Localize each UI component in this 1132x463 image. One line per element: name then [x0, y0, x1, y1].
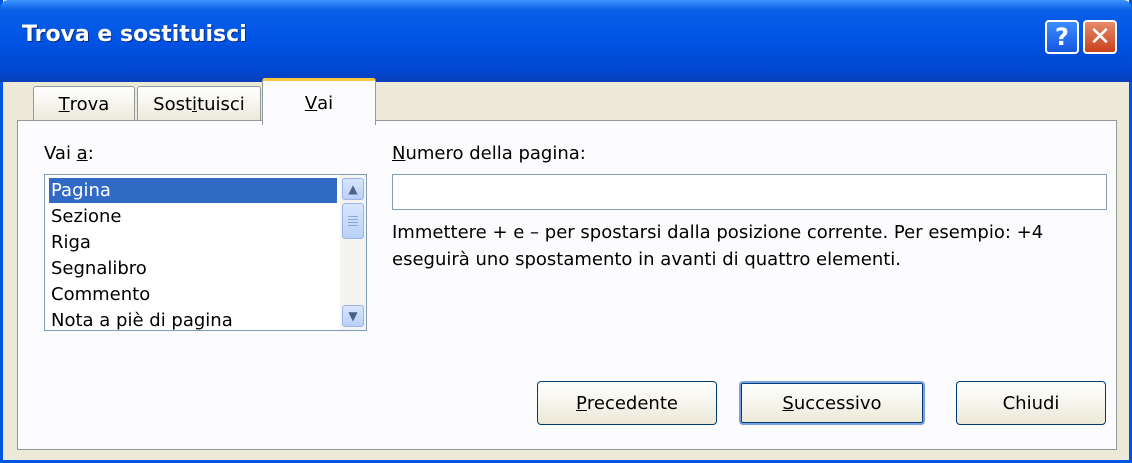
- list-item[interactable]: Pagina: [49, 178, 337, 203]
- tab-vai-label: ai: [317, 92, 334, 114]
- grip-icon: [348, 216, 358, 226]
- find-replace-dialog: Trova e sostituisci ? ✕ Trova Sost i tuisc…: [0, 0, 1132, 463]
- tab-sostituisci[interactable]: Sost i tuisci: [137, 86, 261, 122]
- title-bar[interactable]: Trova e sostituisci ? ✕: [0, 0, 1132, 82]
- window-title: Trova e sostituisci: [22, 22, 247, 47]
- help-button[interactable]: ?: [1045, 20, 1079, 54]
- close-button[interactable]: Chiudi: [956, 381, 1106, 425]
- chevron-up-icon: ▲: [348, 182, 358, 196]
- help-icon: ?: [1055, 23, 1069, 51]
- close-window-button[interactable]: ✕: [1083, 20, 1117, 54]
- tab-trova[interactable]: Trova: [33, 86, 135, 122]
- list-item[interactable]: Commento: [49, 282, 337, 307]
- help-text: Immettere + e – per spostarsi dalla posi…: [392, 222, 1044, 270]
- previous-button[interactable]: Precedente: [537, 381, 717, 425]
- dialog-body: Trova Sost i tuisci Vai Vai a: Pagina Sezi…: [3, 78, 1129, 460]
- tab-trova-hotkey: T: [58, 94, 70, 115]
- scroll-down-button[interactable]: ▼: [342, 305, 364, 327]
- tab-vai-hotkey: V: [304, 92, 318, 114]
- goto-label: Vai a:: [44, 143, 94, 164]
- tab-vai[interactable]: Vai: [262, 78, 376, 125]
- list-item[interactable]: Nota a piè di pagina: [49, 308, 337, 330]
- list-item[interactable]: Segnalibro: [49, 256, 337, 281]
- close-icon: ✕: [1089, 22, 1111, 52]
- scroll-up-button[interactable]: ▲: [342, 178, 364, 200]
- list-item[interactable]: Riga: [49, 230, 337, 255]
- tab-trova-label: rova: [69, 94, 110, 115]
- listbox-scrollbar[interactable]: ▲ ▼: [340, 175, 366, 330]
- page-number-input[interactable]: [392, 174, 1107, 210]
- chevron-down-icon: ▼: [348, 309, 358, 323]
- list-item[interactable]: Sezione: [49, 204, 337, 229]
- tab-sostituisci-label-end: tuisci: [197, 94, 245, 115]
- page-number-label: Numero della pagina:: [392, 143, 586, 164]
- next-button[interactable]: Successivo: [739, 381, 925, 425]
- tab-panel-vai: Vai a: Pagina Sezione Riga Segnalibro Co…: [17, 120, 1117, 450]
- goto-listbox[interactable]: Pagina Sezione Riga Segnalibro Commento …: [44, 174, 367, 331]
- tab-sostituisci-label-start: Sost: [153, 94, 193, 115]
- scroll-thumb[interactable]: [342, 203, 364, 239]
